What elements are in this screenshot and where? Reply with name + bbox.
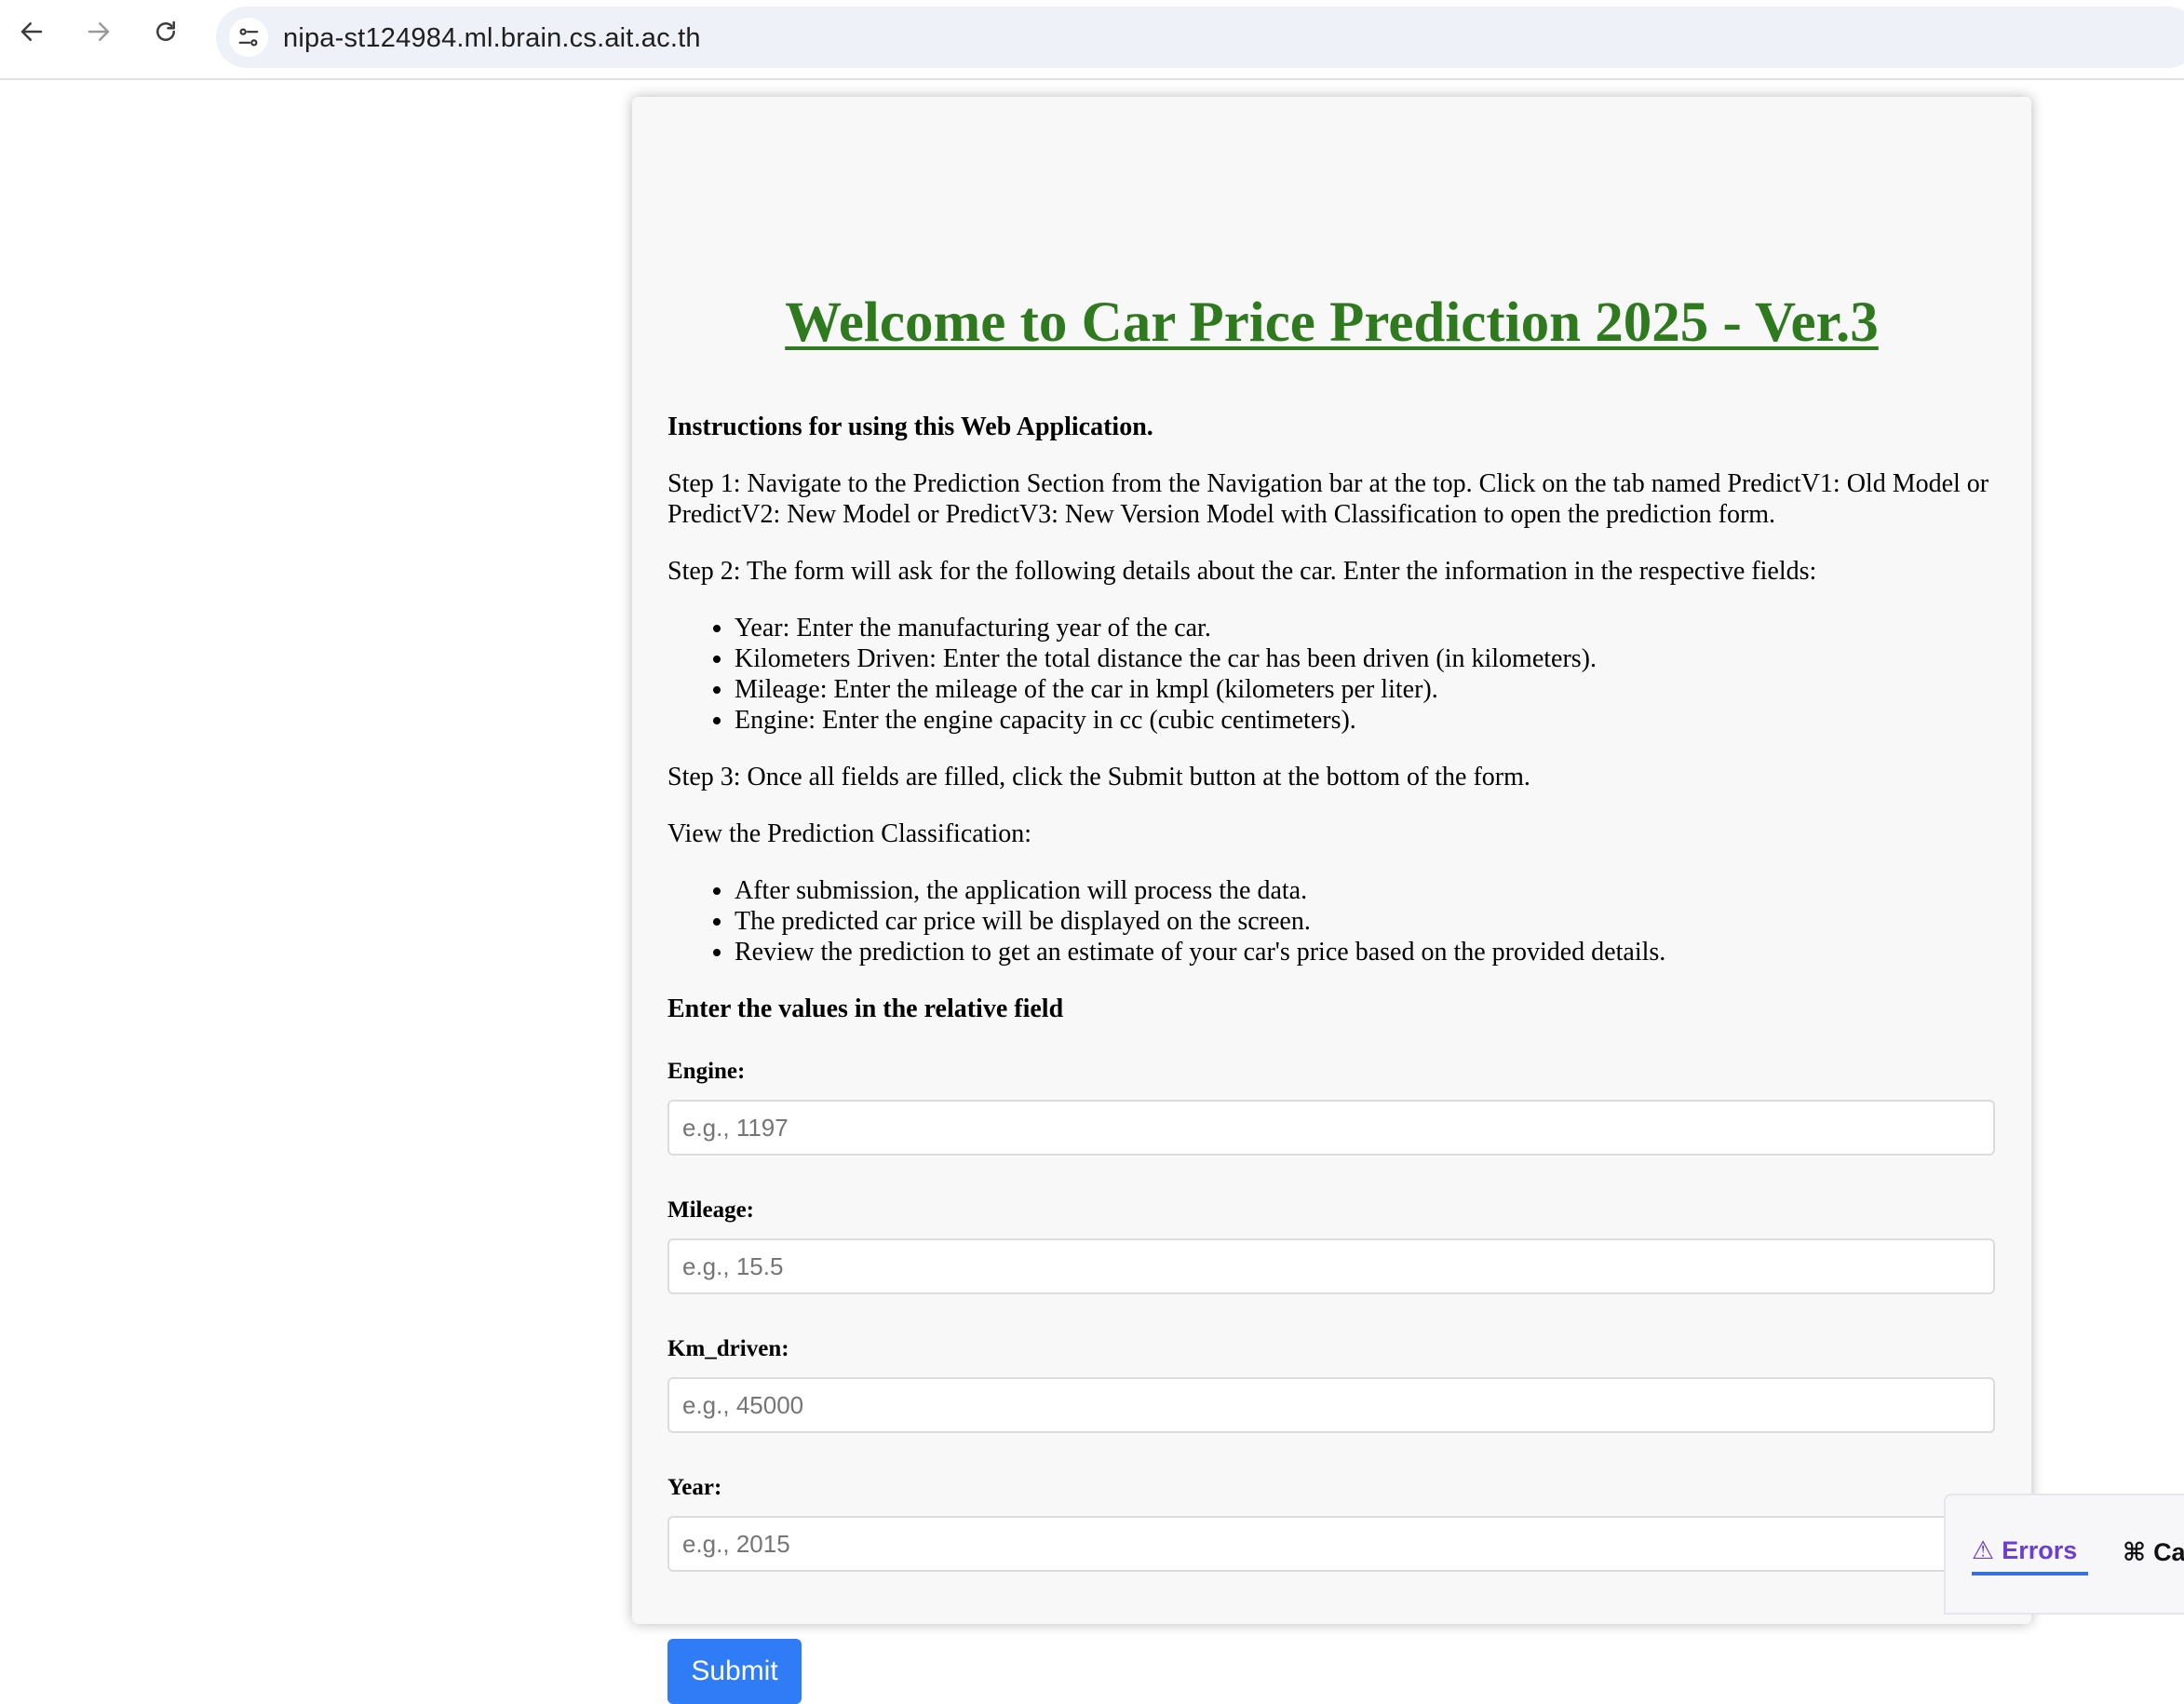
list-item: The predicted car price will be displaye… bbox=[735, 906, 1989, 937]
forward-arrow-icon bbox=[88, 22, 110, 41]
warning-icon: ⚠ bbox=[1972, 1535, 1995, 1564]
back-arrow-icon bbox=[20, 22, 43, 41]
main-card: Welcome to Car Price Prediction 2025 - V… bbox=[632, 97, 2031, 1704]
reload-button[interactable] bbox=[147, 13, 184, 50]
view-list: After submission, the application will p… bbox=[667, 875, 1989, 967]
forward-button[interactable] bbox=[80, 13, 117, 50]
callbacks-tab-label: Cal bbox=[2153, 1537, 2184, 1566]
address-bar[interactable]: nipa-st124984.ml.brain.cs.ait.ac.th bbox=[216, 7, 2184, 68]
instructions-heading: Instructions for using this Web Applicat… bbox=[667, 412, 1153, 441]
submit-button[interactable]: Submit bbox=[667, 1639, 802, 1704]
back-button[interactable] bbox=[13, 13, 50, 50]
step-3-text: Step 3: Once all fields are filled, clic… bbox=[667, 763, 1530, 791]
engine-input[interactable] bbox=[667, 1100, 1995, 1156]
step-2-list: Year: Enter the manufacturing year of th… bbox=[667, 613, 1989, 736]
year-label: Year: bbox=[667, 1475, 722, 1500]
site-settings-icon[interactable] bbox=[229, 18, 268, 57]
errors-tab[interactable]: ⚠ Errors bbox=[1972, 1529, 2089, 1576]
km-driven-input[interactable] bbox=[667, 1377, 1995, 1433]
url-text[interactable]: nipa-st124984.ml.brain.cs.ait.ac.th bbox=[283, 23, 701, 54]
list-item: Review the prediction to get an estimate… bbox=[735, 937, 1989, 967]
browser-toolbar: nipa-st124984.ml.brain.cs.ait.ac.th bbox=[0, 0, 2184, 80]
reload-icon bbox=[156, 20, 175, 41]
list-item: Mileage: Enter the mileage of the car in… bbox=[735, 674, 1989, 705]
page-title: Welcome to Car Price Prediction 2025 - V… bbox=[785, 291, 1879, 354]
step-2-text: Step 2: The form will ask for the follow… bbox=[667, 557, 1817, 586]
list-item: Kilometers Driven: Enter the total dista… bbox=[735, 643, 1989, 674]
list-item: After submission, the application will p… bbox=[735, 875, 1989, 906]
mileage-input[interactable] bbox=[667, 1238, 1995, 1294]
km-driven-label: Km_driven: bbox=[667, 1336, 789, 1361]
instructions-section: Instructions for using this Web Applicat… bbox=[667, 412, 1995, 1704]
callbacks-tab[interactable]: ⌘ Cal bbox=[2123, 1529, 2184, 1576]
callback-icon: ⌘ bbox=[2123, 1537, 2147, 1566]
prediction-form: Engine: Mileage: Km_driven: Year: Submit bbox=[667, 1056, 1995, 1704]
errors-tab-label: Errors bbox=[2002, 1535, 2078, 1564]
year-input[interactable] bbox=[667, 1516, 1995, 1572]
list-item: Engine: Enter the engine capacity in cc … bbox=[735, 705, 1989, 736]
form-heading: Enter the values in the relative field bbox=[667, 994, 1064, 1023]
list-item: Year: Enter the manufacturing year of th… bbox=[735, 613, 1989, 643]
dev-tools-panel: ⚠ Errors ⌘ Cal bbox=[1944, 1494, 2184, 1615]
step-1-text: Step 1: Navigate to the Prediction Secti… bbox=[667, 469, 1989, 529]
engine-label: Engine: bbox=[667, 1059, 746, 1084]
view-heading: View the Prediction Classification: bbox=[667, 819, 1032, 848]
mileage-label: Mileage: bbox=[667, 1197, 755, 1223]
